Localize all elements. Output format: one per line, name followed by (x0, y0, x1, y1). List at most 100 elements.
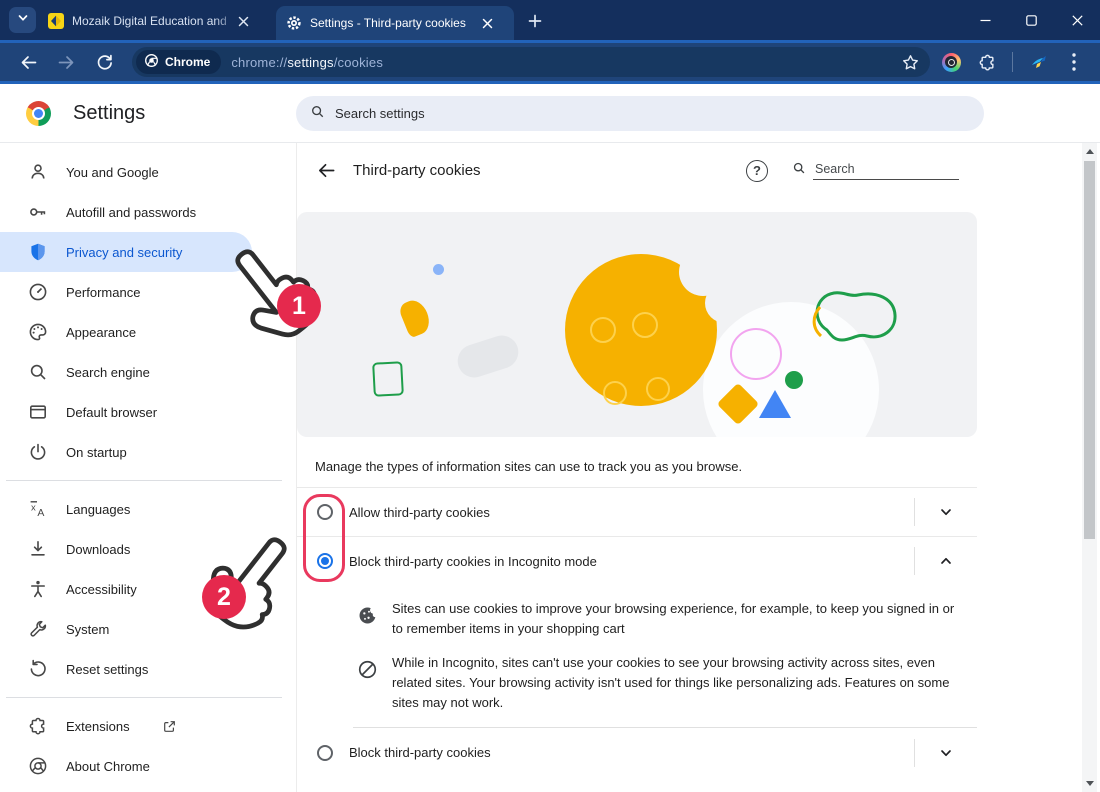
sidebar-item-label: Reset settings (66, 662, 148, 677)
back-button[interactable] (12, 46, 44, 78)
sidebar-divider (6, 697, 282, 698)
browser-menu-kebab-icon[interactable] (1059, 47, 1089, 77)
option-label: Allow third-party cookies (349, 505, 490, 520)
mozaik-favicon-icon (48, 13, 64, 29)
download-icon (28, 539, 48, 559)
illustration-blue-triangle (759, 390, 791, 418)
power-icon (28, 442, 48, 462)
browser-window: Mozaik Digital Education and Le Settings… (0, 0, 1100, 792)
sidebar-item-default-browser[interactable]: Default browser (0, 392, 296, 432)
cookie-options-list: Allow third-party cookies Block third-pa… (297, 487, 977, 777)
bookmark-star-icon[interactable] (902, 54, 919, 71)
extension-bird-icon[interactable] (1023, 47, 1053, 77)
help-glyph: ? (753, 163, 761, 178)
detail-text: Sites can use cookies to improve your br… (392, 599, 959, 639)
option-block-third-party-cookies[interactable]: Block third-party cookies (297, 728, 977, 777)
page-search-input[interactable] (813, 162, 959, 180)
illustration-green-dot (785, 371, 803, 389)
third-party-cookies-page: Third-party cookies ? (296, 143, 1082, 792)
cookie-chip-ring (603, 381, 627, 405)
sidebar-item-about-chrome[interactable]: About Chrome (0, 746, 296, 786)
tab-close-icon[interactable] (478, 14, 496, 32)
chrome-chip[interactable]: Chrome (136, 50, 221, 74)
maximize-button[interactable] (1008, 0, 1054, 40)
cookie-chip-ring (646, 377, 670, 401)
page-title: Third-party cookies (353, 162, 481, 179)
scroll-down-button[interactable] (1082, 775, 1097, 792)
sidebar-item-label: Extensions (66, 719, 130, 734)
forward-button[interactable] (50, 46, 82, 78)
help-icon[interactable]: ? (746, 160, 768, 182)
person-icon (28, 162, 48, 182)
tab-mozaik[interactable]: Mozaik Digital Education and Le (38, 6, 268, 36)
cookies-illustration-banner (297, 212, 977, 437)
tab-title: Mozaik Digital Education and Le (72, 14, 230, 28)
expand-button[interactable] (915, 505, 977, 519)
settings-title: Settings (73, 102, 145, 125)
option-allow-third-party-cookies[interactable]: Allow third-party cookies (297, 487, 977, 536)
magnifier-icon (28, 362, 48, 382)
tab-title: Settings - Third-party cookies (310, 16, 474, 30)
settings-search-input[interactable] (335, 106, 835, 121)
tab-search-button[interactable] (9, 7, 36, 33)
sidebar-item-label: On startup (66, 445, 127, 460)
speedometer-icon (28, 282, 48, 302)
back-arrow-button[interactable] (315, 160, 337, 182)
cookie-icon (357, 605, 378, 626)
gear-icon (286, 15, 302, 31)
tab-settings[interactable]: Settings - Third-party cookies (276, 6, 514, 40)
chrome-icon (28, 756, 48, 776)
scroll-up-button[interactable] (1082, 143, 1097, 160)
window-controls (962, 0, 1100, 40)
page-search[interactable] (792, 161, 959, 180)
page-intro-text: Manage the types of information sites ca… (315, 459, 975, 474)
illustration-blue-dot (433, 264, 444, 275)
wrench-icon (28, 619, 48, 639)
toolbar-separator (1012, 52, 1013, 72)
translate-icon: xA (28, 499, 48, 519)
chevron-down-icon (939, 505, 953, 519)
scrollbar-thumb[interactable] (1084, 161, 1095, 539)
sidebar-item-label: System (66, 622, 109, 637)
sidebar-item-extensions[interactable]: Extensions (0, 706, 296, 746)
url-text[interactable]: chrome://settings/cookies (231, 55, 383, 70)
svg-text:A: A (37, 507, 44, 519)
url-host: settings (287, 55, 333, 70)
blocked-icon (357, 659, 378, 680)
close-window-button[interactable] (1054, 0, 1100, 40)
sidebar-item-autofill[interactable]: Autofill and passwords (0, 192, 296, 232)
sidebar-item-privacy-and-security[interactable]: Privacy and security (0, 232, 252, 272)
sidebar-item-label: Autofill and passwords (66, 205, 196, 220)
reload-button[interactable] (88, 46, 120, 78)
step-number: 2 (217, 583, 231, 612)
sidebar-item-you-and-google[interactable]: You and Google (0, 152, 296, 192)
url-scheme: chrome:// (231, 55, 287, 70)
settings-body: You and Google Autofill and passwords Pr… (0, 143, 1100, 792)
chrome-chip-label: Chrome (165, 55, 210, 69)
detail-row-cookies: Sites can use cookies to improve your br… (297, 593, 977, 647)
new-tab-button[interactable] (524, 10, 546, 32)
svg-text:x: x (31, 503, 36, 514)
collapse-button[interactable] (915, 554, 977, 568)
detail-row-incognito: While in Incognito, sites can't use your… (297, 647, 977, 721)
chevron-down-icon (939, 746, 953, 760)
cookie-chip-ring (590, 317, 616, 343)
page-scrollbar[interactable] (1082, 143, 1097, 792)
sidebar-item-on-startup[interactable]: On startup (0, 432, 296, 472)
option-block-third-party-incognito[interactable]: Block third-party cookies in Incognito m… (297, 536, 977, 585)
extensions-puzzle-icon[interactable] (972, 47, 1002, 77)
sidebar-item-reset-settings[interactable]: Reset settings (0, 649, 296, 689)
external-link-icon (162, 719, 177, 734)
url-path: /cookies (334, 55, 383, 70)
chevron-up-icon (939, 554, 953, 568)
radio-unchecked[interactable] (317, 745, 333, 761)
extension-lens-icon[interactable] (936, 47, 966, 77)
key-icon (28, 202, 48, 222)
address-bar[interactable]: Chrome chrome://settings/cookies (132, 47, 930, 77)
settings-search-bar[interactable] (296, 96, 984, 131)
sidebar-item-search-engine[interactable]: Search engine (0, 352, 296, 392)
minimize-button[interactable] (962, 0, 1008, 40)
tab-strip: Mozaik Digital Education and Le Settings… (0, 0, 1100, 40)
expand-button[interactable] (915, 746, 977, 760)
sidebar-item-label: Languages (66, 502, 130, 517)
